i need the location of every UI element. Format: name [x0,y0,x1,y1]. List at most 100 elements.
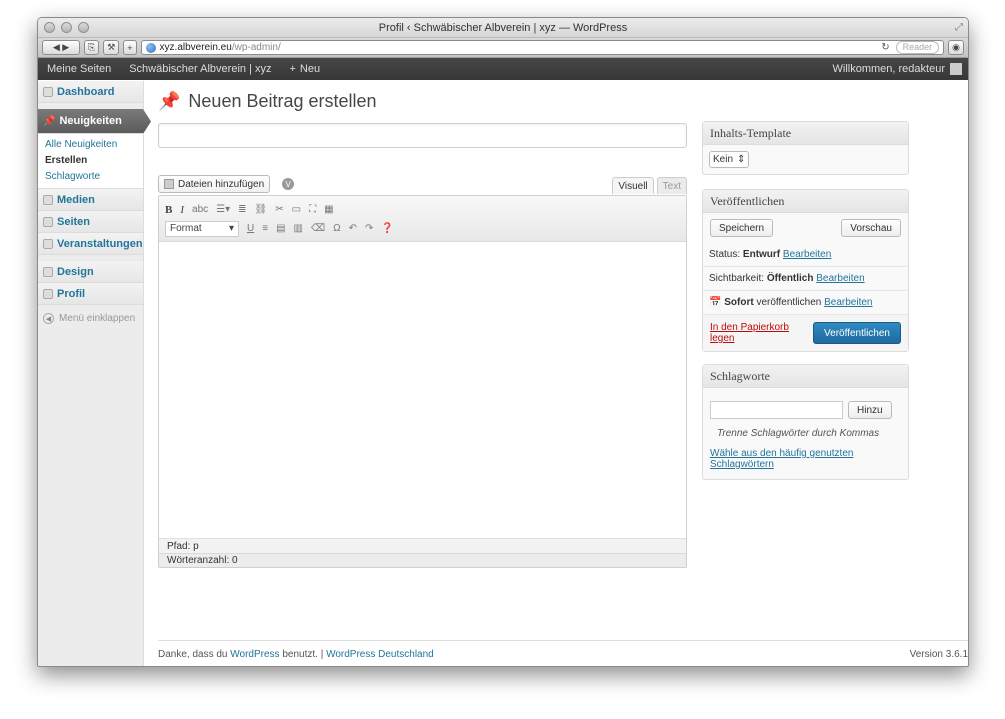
wp-admin-bar: Meine Seiten Schwäbischer Albverein | xy… [38,58,968,80]
bold-icon[interactable]: B [165,204,172,216]
edit-visibility-link[interactable]: Bearbeiten [816,273,864,284]
share-button[interactable]: ⎘ [84,40,100,55]
underline-icon[interactable]: U [247,223,254,234]
template-select-value: Kein [713,154,734,165]
minimize-window-button[interactable] [61,22,72,33]
admin-sidebar: Dashboard 📌 Neuigkeiten Alle Neuigkeiten … [38,81,144,666]
avatar [950,63,962,75]
welcome-text: Willkommen, redakteur [832,63,945,75]
preview-button[interactable]: Vorschau [841,219,901,237]
redo-icon[interactable]: ↷ [365,223,373,234]
edit-schedule-link[interactable]: Bearbeiten [824,297,872,308]
sidebar-item-label: Dashboard [57,85,115,98]
profile-icon [43,288,53,299]
bullet-list-icon[interactable]: ☰▾ [216,204,230,215]
sidebar-item-label: Profil [57,287,86,300]
template-box-title: Inhalts-Template [703,122,908,145]
fullscreen-icon[interactable]: ⤢ [955,22,963,33]
strikethrough-icon[interactable]: abc [192,204,208,215]
sidebar-item-dashboard[interactable]: Dashboard [38,81,143,103]
browser-toolbar: ◀ ▶ ⎘ ⚒ + xyz.albverein.eu/wp-admin/ ↻ R… [38,38,968,58]
submenu-item-all-news[interactable]: Alle Neuigkeiten [45,137,143,153]
share-icon: ⎘ [88,42,96,52]
add-media-button[interactable]: Dateien hinzufügen [158,175,271,193]
sidebar-item-media[interactable]: Medien [38,189,143,211]
account-menu[interactable]: Willkommen, redakteur [833,63,968,75]
site-name-link[interactable]: Schwäbischer Albverein | xyz [120,58,280,80]
submenu-item-tags[interactable]: Schlagworte [45,169,143,185]
zoom-window-button[interactable] [78,22,89,33]
move-to-trash-link[interactable]: In den Papierkorb legen [710,322,813,344]
sidebar-item-profile[interactable]: Profil [38,283,143,305]
schedule-label: veröffentlichen [756,297,822,308]
status-value: Entwurf [742,249,781,260]
sidebar-item-design[interactable]: Design [38,261,143,283]
new-content-plus-icon[interactable]: + [280,58,299,80]
paste-word-icon[interactable]: ▥ [294,223,303,234]
post-title-input[interactable] [158,123,687,148]
tools-button[interactable]: ⚒ [103,40,120,55]
help-icon[interactable]: ❓ [381,223,393,234]
new-content-link[interactable]: Neu [300,58,329,80]
add-tag-button[interactable]: Hinzu [848,401,892,419]
tag-input[interactable] [710,401,843,419]
sidebar-item-pages[interactable]: Seiten [38,211,143,233]
choose-tags-link[interactable]: Wähle aus den häufig genutzten Schlagwör… [710,448,860,470]
undo-icon[interactable]: ↶ [349,223,357,234]
italic-icon[interactable]: I [180,204,184,216]
kitchen-sink-icon[interactable]: ▦ [324,204,333,215]
close-window-button[interactable] [44,22,55,33]
back-forward-button[interactable]: ◀ ▶ [42,40,80,55]
tab-visual[interactable]: Visuell [612,177,654,194]
reload-icon[interactable]: ↻ [881,42,889,53]
new-tab-button[interactable]: + [123,40,137,55]
forward-arrow-icon[interactable]: ▶ [62,42,69,53]
add-media-label: Dateien hinzufügen [178,178,265,190]
sidebar-item-events[interactable]: Veranstaltungen [38,233,143,255]
save-draft-button[interactable]: Speichern [710,219,774,237]
fullscreen-editor-icon[interactable]: ⛶ [309,204,316,215]
justify-icon[interactable]: ≡ [262,223,268,234]
calendar-icon: 📅 [709,297,722,308]
word-count: Wörteranzahl: 0 [159,553,686,567]
editor-content-area[interactable] [159,242,686,538]
numbered-list-icon[interactable]: ≣ [238,204,246,215]
pushpin-icon: 📌 [158,91,181,111]
wordpress-link[interactable]: WordPress [230,649,279,660]
template-select[interactable]: Kein ⇕ [709,151,750,168]
url-host: xyz.albverein.eu [159,42,232,53]
collapse-arrow-icon: ◀ [43,313,54,324]
news-submenu: Alle Neuigkeiten Erstellen Schlagworte [38,134,143,189]
clear-formatting-icon[interactable]: ⌫ [311,223,325,234]
format-select[interactable]: Format ▾ [165,220,239,237]
pin-icon: 📌 [43,115,56,127]
downloads-button[interactable]: ◉ [948,40,964,55]
unlink-icon[interactable]: ✂ [275,204,283,215]
paste-text-icon[interactable]: ▤ [276,223,285,234]
media-icon [43,194,53,205]
link-icon[interactable]: ⛓ [255,204,268,215]
version-text: Version 3.6.1 [909,649,968,660]
sidebar-item-news[interactable]: 📌 Neuigkeiten [38,109,151,134]
status-label: Status: [709,249,741,260]
gallery-plugin-icon[interactable]: V [282,178,295,190]
special-char-icon[interactable]: Ω [333,223,340,234]
schedule-row: 📅 Sofort veröffentlichen Bearbeiten [703,290,908,314]
sidebar-item-label: Design [57,265,94,278]
sidebar-item-label: Neuigkeiten [59,115,122,127]
wordpress-de-link[interactable]: WordPress Deutschland [326,649,434,660]
reader-button[interactable]: Reader [895,41,940,54]
footer: Danke, dass du WordPress benutzt. | Word… [158,640,968,660]
plus-icon: + [127,42,133,53]
more-tag-icon[interactable]: ▭ [292,204,301,215]
editor-path: Pfad: p [159,538,686,553]
back-arrow-icon[interactable]: ◀ [53,42,60,53]
submenu-item-create[interactable]: Erstellen [45,153,143,169]
address-bar[interactable]: xyz.albverein.eu/wp-admin/ ↻ Reader [140,40,945,55]
my-sites-link[interactable]: Meine Seiten [38,58,120,80]
collapse-menu-button[interactable]: ◀ Menü einklappen [38,305,143,332]
edit-status-link[interactable]: Bearbeiten [783,249,831,260]
publish-button[interactable]: Veröffentlichen [813,322,901,344]
tab-text[interactable]: Text [656,177,687,194]
globe-icon [145,42,156,53]
